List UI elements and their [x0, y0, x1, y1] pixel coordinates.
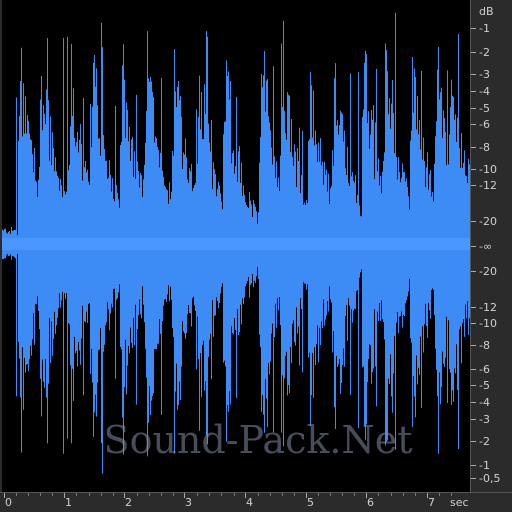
time-minor-tick [439, 493, 440, 496]
db-label: -12 [479, 179, 497, 192]
db-tick [471, 307, 476, 308]
time-unit-label: sec [450, 496, 469, 509]
db-label: -1 [479, 22, 490, 35]
time-label: 3 [185, 496, 192, 509]
db-label: -6 [479, 118, 490, 131]
db-label: -8 [479, 141, 490, 154]
db-tick [471, 185, 476, 186]
time-label: 0 [5, 496, 12, 509]
db-tick [471, 478, 476, 479]
time-ruler: 0 1 2 3 4 5 6 7 sec [0, 492, 512, 512]
db-tick [471, 91, 476, 92]
db-label: -12 [479, 301, 497, 314]
time-minor-tick [40, 493, 41, 496]
db-tick [471, 385, 476, 386]
time-label: 6 [367, 496, 374, 509]
db-label: -1 [479, 459, 490, 472]
db-tick [471, 246, 476, 247]
db-label: -3 [479, 68, 490, 81]
db-label: -∞ [479, 240, 493, 253]
time-label: 1 [65, 496, 72, 509]
time-label: 5 [307, 496, 314, 509]
time-minor-tick [113, 493, 114, 496]
db-label: -5 [479, 379, 490, 392]
time-minor-tick [330, 493, 331, 496]
db-tick [471, 28, 476, 29]
db-label: -4 [479, 396, 490, 409]
db-tick [471, 169, 476, 170]
db-tick [471, 74, 476, 75]
time-minor-tick [149, 493, 150, 496]
db-label: -2 [479, 435, 490, 448]
db-label: -4 [479, 85, 490, 98]
time-label: 7 [428, 496, 435, 509]
db-tick [471, 323, 476, 324]
db-label: -20 [479, 215, 497, 228]
time-label: 4 [246, 496, 253, 509]
db-tick [471, 221, 476, 222]
db-label: -5 [479, 102, 490, 115]
db-tick [471, 465, 476, 466]
time-minor-tick [258, 493, 259, 496]
db-tick [471, 369, 476, 370]
time-minor-tick [197, 493, 198, 496]
time-minor-tick [52, 493, 53, 496]
time-minor-tick [16, 493, 17, 496]
db-scale-ruler: dB -1 -2 -3 -4 -5 -6 -8 -10 -12 -20 -∞ -… [470, 0, 512, 492]
time-minor-tick [89, 493, 90, 496]
time-minor-tick [282, 493, 283, 496]
db-tick [471, 419, 476, 420]
db-tick [471, 124, 476, 125]
db-label: -10 [479, 317, 497, 330]
db-tick [471, 108, 476, 109]
db-unit-label: dB [479, 5, 494, 18]
time-minor-tick [209, 493, 210, 496]
db-label: -10 [479, 163, 497, 176]
waveform[interactable] [2, 0, 470, 492]
time-minor-tick [76, 493, 77, 496]
db-tick [471, 345, 476, 346]
db-tick [471, 441, 476, 442]
db-tick [471, 147, 476, 148]
db-label: -2 [479, 46, 490, 59]
time-minor-tick [391, 493, 392, 496]
audio-editor: Sound-Pack.Net dB -1 -2 -3 -4 -5 -6 -8 -… [0, 0, 512, 512]
waveform-view[interactable]: Sound-Pack.Net [2, 0, 470, 492]
time-minor-tick [270, 493, 271, 496]
db-tick [471, 271, 476, 272]
time-minor-tick [451, 493, 452, 496]
time-minor-tick [354, 493, 355, 496]
time-minor-tick [161, 493, 162, 496]
time-minor-tick [342, 493, 343, 496]
time-minor-tick [294, 493, 295, 496]
time-minor-tick [234, 493, 235, 496]
time-minor-tick [318, 493, 319, 496]
db-label: -8 [479, 339, 490, 352]
time-minor-tick [221, 493, 222, 496]
db-tick [471, 402, 476, 403]
time-minor-tick [28, 493, 29, 496]
time-minor-tick [403, 493, 404, 496]
db-tick [471, 52, 476, 53]
time-label: 2 [125, 496, 132, 509]
time-minor-tick [173, 493, 174, 496]
time-minor-tick [378, 493, 379, 496]
db-label: -20 [479, 265, 497, 278]
db-label: -0,5 [479, 472, 501, 485]
db-label: -6 [479, 363, 490, 376]
time-minor-tick [101, 493, 102, 496]
db-label: -3 [479, 413, 490, 426]
time-minor-tick [415, 493, 416, 496]
time-minor-tick [137, 493, 138, 496]
